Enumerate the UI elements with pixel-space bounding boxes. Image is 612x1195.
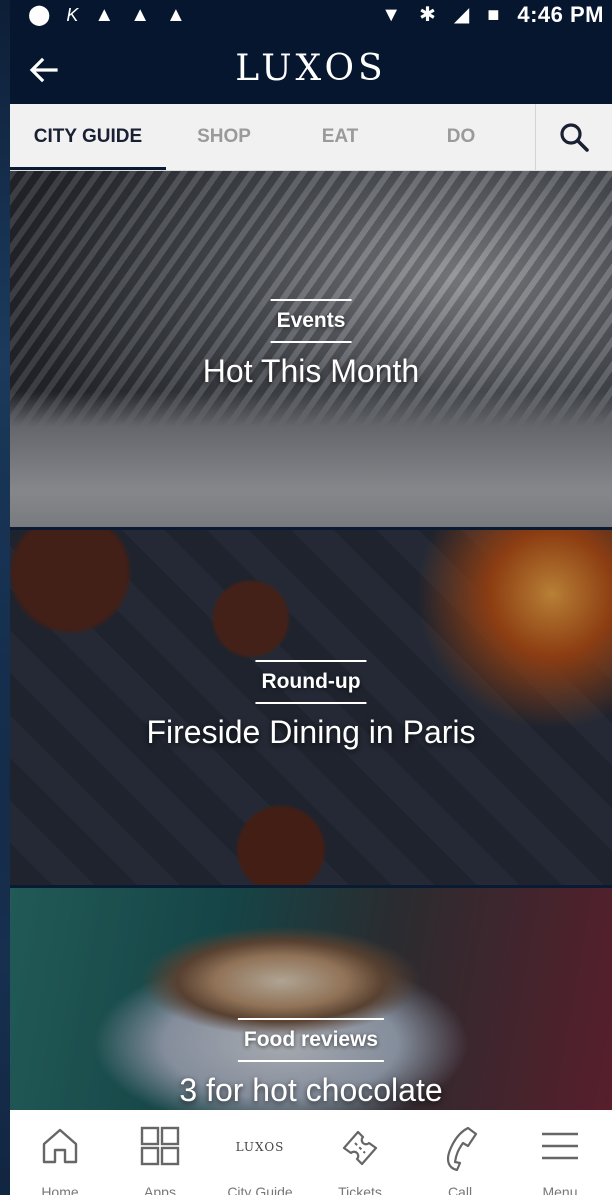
nav-home[interactable]: Home [10, 1110, 110, 1195]
nav-label: Tickets [338, 1184, 382, 1195]
k-icon: K [66, 5, 79, 25]
nav-call[interactable]: Call [410, 1110, 510, 1195]
card-title: Fireside Dining in Paris [146, 714, 476, 750]
active-tab-indicator [10, 167, 166, 170]
nav-tickets[interactable]: Tickets [310, 1110, 410, 1195]
search-icon [560, 123, 589, 152]
nav-label: Apps [144, 1184, 176, 1195]
card-category: Round-up [261, 670, 361, 693]
bluetooth-icon: ✱ [419, 4, 436, 26]
app-window: ⬤ K ▲ ▲ ▲ ▼ ✱ ◢ ■ 4:46 PM LUXOS CITY GUI… [10, 0, 612, 1195]
status-bar: ⬤ K ▲ ▲ ▲ ▼ ✱ ◢ ■ 4:46 PM [10, 0, 612, 36]
feature-card-events[interactable]: Events Hot This Month [10, 171, 612, 527]
nav-city-guide[interactable]: LUXOS City Guide [210, 1110, 310, 1195]
tab-eat[interactable]: EAT [282, 104, 398, 170]
app-bar: LUXOS [10, 36, 612, 104]
card-title: 3 for hot chocolate [179, 1072, 443, 1108]
tab-do[interactable]: DO [398, 104, 524, 170]
ticket-icon [342, 1130, 378, 1166]
status-time: 4:46 PM [517, 2, 604, 27]
nav-label: City Guide [227, 1184, 293, 1195]
search-button[interactable] [535, 104, 612, 170]
grid-icon [140, 1126, 180, 1166]
nav-apps[interactable]: Apps [110, 1110, 210, 1195]
nav-label: Menu [542, 1184, 578, 1195]
app-title: LUXOS [235, 48, 387, 89]
feature-card-food-reviews[interactable]: Food reviews 3 for hot chocolate [10, 888, 612, 1110]
card-category: Events [276, 309, 346, 332]
home-icon [42, 1128, 78, 1164]
nav-label: Call [447, 1184, 473, 1195]
tab-shop[interactable]: SHOP [166, 104, 282, 170]
network-icon: ◢ [453, 4, 470, 26]
bottom-navigation: Home Apps LUXOS City Guide Tickets Call … [10, 1110, 612, 1195]
menu-icon [542, 1132, 578, 1160]
nav-label: Home [41, 1184, 79, 1195]
luxos-logo: LUXOS [235, 1140, 285, 1154]
card-title: Hot This Month [202, 353, 420, 389]
shield-icon: ⬤ [28, 4, 51, 26]
battery-icon: ■ [487, 4, 500, 26]
tab-bar: CITY GUIDE SHOP EAT DO [10, 104, 612, 171]
nav-menu[interactable]: Menu [510, 1110, 610, 1195]
warning-icon: ▲ [94, 4, 115, 26]
warning-icon: ▲ [166, 4, 186, 26]
card-category: Food reviews [243, 1028, 379, 1051]
phone-icon [446, 1126, 478, 1172]
warning-icon: ▲ [130, 4, 150, 26]
signal-icon: ▼ [381, 4, 402, 26]
feature-card-round-up[interactable]: Round-up Fireside Dining in Paris [10, 530, 612, 885]
tab-city-guide[interactable]: CITY GUIDE [10, 104, 166, 170]
